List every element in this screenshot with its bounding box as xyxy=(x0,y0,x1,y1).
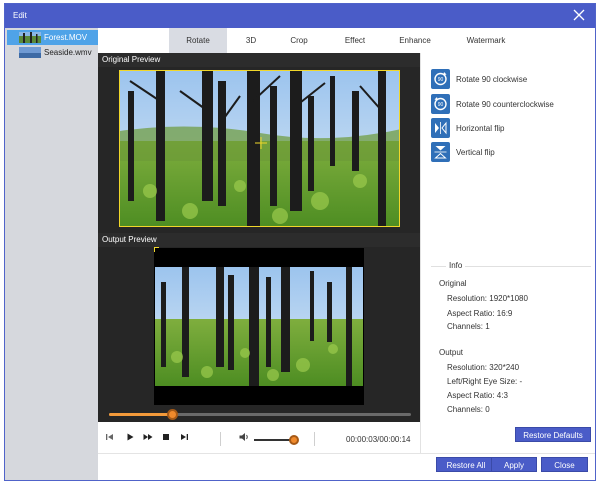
original-resolution: Resolution: 1920*1080 xyxy=(447,294,528,303)
skip-forward-icon[interactable] xyxy=(178,431,190,443)
rotate-cw-icon: 90 xyxy=(431,69,450,89)
original-aspect-ratio: Aspect Ratio: 16:9 xyxy=(447,309,513,318)
file-name: Forest.MOV xyxy=(44,33,88,42)
restore-defaults-button[interactable]: Restore Defaults xyxy=(515,427,591,442)
tab-crop[interactable]: Crop xyxy=(274,28,324,53)
forest-image xyxy=(120,71,399,226)
window-title: Edit xyxy=(13,11,27,20)
tab-effect[interactable]: Effect xyxy=(330,28,380,53)
svg-text:90: 90 xyxy=(438,77,444,83)
rotate-ccw-icon: 90 xyxy=(431,94,450,114)
player-controls: 00:00:03/00:00:14 xyxy=(98,425,420,453)
output-aspect-ratio: Aspect Ratio: 4:3 xyxy=(447,391,508,400)
rotate-panel: 90 Rotate 90 clockwise 90 Rotate 90 coun… xyxy=(420,53,595,453)
info-title: Info xyxy=(446,261,466,270)
vertical-flip-button[interactable]: Vertical flip xyxy=(431,142,596,162)
fast-forward-icon[interactable] xyxy=(142,431,154,443)
edit-tabs: Rotate 3D Crop Effect Enhance Watermark xyxy=(98,28,595,53)
seek-progress xyxy=(109,413,173,416)
footer-divider xyxy=(98,453,595,454)
tab-watermark[interactable]: Watermark xyxy=(450,28,522,53)
rotate-counterclockwise-label: Rotate 90 counterclockwise xyxy=(456,100,554,109)
close-icon[interactable] xyxy=(571,7,587,23)
crop-frame[interactable] xyxy=(119,70,400,227)
edit-window: Edit Forest.MOV Seaside.wmv Rotate 3D Cr… xyxy=(4,3,596,481)
output-channels: Channels: 0 xyxy=(447,405,490,414)
rotate-counterclockwise-button[interactable]: 90 Rotate 90 counterclockwise xyxy=(431,94,596,114)
play-icon[interactable] xyxy=(124,431,136,443)
file-item-seaside[interactable]: Seaside.wmv xyxy=(7,45,98,60)
output-heading: Output xyxy=(439,348,464,357)
svg-text:90: 90 xyxy=(438,102,444,108)
volume-slider[interactable] xyxy=(254,435,299,445)
crop-corner-icon xyxy=(154,247,159,252)
volume-handle[interactable] xyxy=(289,435,299,445)
video-thumbnail-icon xyxy=(19,32,41,43)
title-bar: Edit xyxy=(5,4,595,28)
skip-back-icon[interactable] xyxy=(104,431,116,443)
forest-output-image xyxy=(155,267,363,386)
vertical-flip-icon xyxy=(431,142,450,162)
output-resolution: Resolution: 320*240 xyxy=(447,363,520,372)
apply-button[interactable]: Apply xyxy=(491,457,537,472)
output-video xyxy=(155,267,363,386)
output-preview xyxy=(98,247,420,422)
original-channels: Channels: 1 xyxy=(447,322,490,331)
output-preview-header: Output Preview xyxy=(98,233,420,247)
horizontal-flip-button[interactable]: Horizontal flip xyxy=(431,118,596,138)
timecode: 00:00:03/00:00:14 xyxy=(346,435,411,444)
vertical-flip-label: Vertical flip xyxy=(456,148,495,157)
seek-bar[interactable] xyxy=(109,409,411,420)
divider xyxy=(220,432,221,446)
restore-all-button[interactable]: Restore All xyxy=(436,457,496,472)
volume-level xyxy=(254,439,294,441)
rotate-clockwise-button[interactable]: 90 Rotate 90 clockwise xyxy=(431,69,596,89)
original-preview-header: Original Preview xyxy=(98,53,420,67)
video-thumbnail-icon xyxy=(19,47,41,58)
tab-enhance[interactable]: Enhance xyxy=(387,28,443,53)
original-heading: Original xyxy=(439,279,467,288)
volume-icon[interactable] xyxy=(238,431,250,443)
file-item-forest[interactable]: Forest.MOV xyxy=(7,30,98,45)
tab-3d[interactable]: 3D xyxy=(228,28,274,53)
horizontal-flip-label: Horizontal flip xyxy=(456,124,505,133)
rotate-clockwise-label: Rotate 90 clockwise xyxy=(456,75,528,84)
file-name: Seaside.wmv xyxy=(44,48,92,57)
original-preview xyxy=(98,67,420,233)
output-eye-size: Left/Right Eye Size: - xyxy=(447,377,523,386)
seek-handle[interactable] xyxy=(166,409,178,420)
close-button[interactable]: Close xyxy=(541,457,588,472)
stop-icon[interactable] xyxy=(160,431,172,443)
file-list: Forest.MOV Seaside.wmv xyxy=(5,28,98,480)
tab-rotate[interactable]: Rotate xyxy=(169,28,227,53)
divider xyxy=(314,432,315,446)
horizontal-flip-icon xyxy=(431,118,450,138)
